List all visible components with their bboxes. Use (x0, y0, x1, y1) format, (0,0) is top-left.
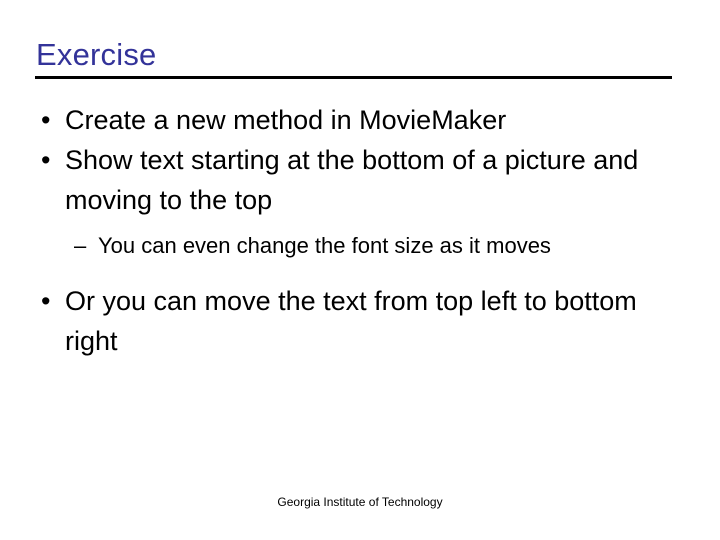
bullet-marker-icon: • (41, 286, 51, 316)
bullet-marker-icon: • (41, 105, 51, 135)
bullet-text: Create a new method in MovieMaker (65, 105, 507, 135)
bullet-item: • Create a new method in MovieMaker (0, 100, 720, 140)
bullet-item: • Show text starting at the bottom of a … (0, 140, 720, 220)
bullet-item: • Or you can move the text from top left… (0, 281, 720, 361)
page-title: Exercise (36, 37, 157, 72)
title-divider (35, 76, 672, 79)
slide-footer: Georgia Institute of Technology (277, 495, 443, 509)
bullet-marker-icon: • (41, 145, 51, 175)
sub-bullet-text: You can even change the font size as it … (98, 233, 551, 258)
slide: Exercise • Create a new method in MovieM… (0, 0, 720, 540)
bullet-text: Or you can move the text from top left t… (65, 286, 637, 356)
sub-bullet-item: – You can even change the font size as i… (0, 229, 720, 262)
dash-marker-icon: – (74, 233, 87, 258)
bullet-text: Show text starting at the bottom of a pi… (65, 145, 639, 215)
slide-body: • Create a new method in MovieMaker • Sh… (0, 100, 720, 361)
